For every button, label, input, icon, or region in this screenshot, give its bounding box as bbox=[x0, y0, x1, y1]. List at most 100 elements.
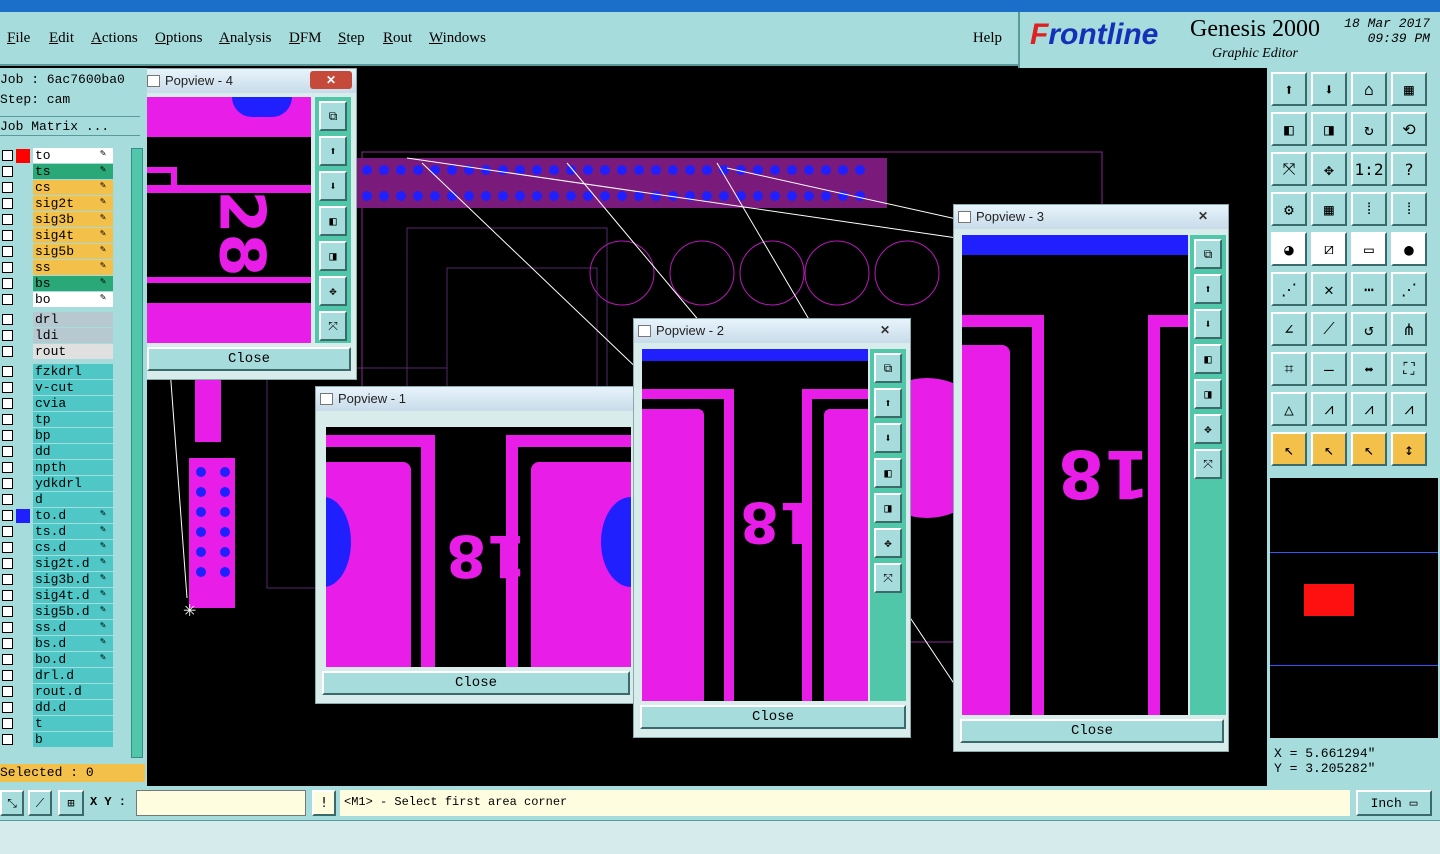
zoom-in-icon[interactable]: ⬆ bbox=[1271, 72, 1307, 106]
job-matrix-button[interactable]: Job Matrix ... bbox=[0, 116, 140, 136]
layer-checkbox[interactable] bbox=[2, 414, 13, 425]
popview-3-view[interactable]: 18 bbox=[962, 235, 1188, 715]
layer-checkbox[interactable] bbox=[2, 246, 13, 257]
layer-checkbox[interactable] bbox=[2, 262, 13, 273]
layer-checkbox[interactable] bbox=[2, 330, 13, 341]
popview-tool-icon[interactable]: ⤧ bbox=[1194, 449, 1222, 479]
layer-checkbox[interactable] bbox=[2, 446, 13, 457]
line-icon[interactable]: ⋰ bbox=[1271, 272, 1307, 306]
layer-row[interactable]: npth bbox=[0, 460, 147, 476]
popview-tool-icon[interactable]: ◧ bbox=[874, 458, 902, 488]
layer-checkbox[interactable] bbox=[2, 182, 13, 193]
layer-row[interactable]: drl bbox=[0, 312, 147, 328]
select-box-icon[interactable]: ⧄ bbox=[1311, 232, 1347, 266]
popview-tool-icon[interactable]: ⬆ bbox=[874, 388, 902, 418]
zoom-icon[interactable]: ⤡ bbox=[0, 790, 24, 816]
layer-row[interactable]: cs ✎ bbox=[0, 180, 147, 196]
popview-tool-icon[interactable]: ◨ bbox=[319, 241, 347, 271]
stretch-icon[interactable]: ⬌ bbox=[1351, 352, 1387, 386]
layers-alt-icon[interactable]: ⁞ bbox=[1391, 192, 1427, 226]
pointer-step-icon[interactable]: ↕ bbox=[1391, 432, 1427, 466]
layer-checkbox[interactable] bbox=[2, 398, 13, 409]
layer-checkbox[interactable] bbox=[2, 734, 13, 745]
layer-row[interactable]: bo ✎ bbox=[0, 292, 147, 308]
layer-name[interactable]: ydkdrl bbox=[33, 476, 113, 491]
layer-row[interactable]: sig2t.d ✎ bbox=[0, 556, 147, 572]
rotate-icon[interactable]: ↺ bbox=[1351, 312, 1387, 346]
mirror-icon[interactable]: ⋔ bbox=[1391, 312, 1427, 346]
layer-checkbox[interactable] bbox=[2, 542, 13, 553]
pick-icon[interactable]: ◕ bbox=[1271, 232, 1307, 266]
pointer-icon[interactable]: ↖ bbox=[1271, 432, 1307, 466]
popview-tool-icon[interactable]: ⬇ bbox=[1194, 309, 1222, 339]
layer-name[interactable]: cvia bbox=[33, 396, 113, 411]
layer-row[interactable]: dd bbox=[0, 444, 147, 460]
layer-row[interactable]: rout bbox=[0, 344, 147, 360]
layer-checkbox[interactable] bbox=[2, 510, 13, 521]
layer-checkbox[interactable] bbox=[2, 686, 13, 697]
popview-tool-icon[interactable]: ⧉ bbox=[319, 101, 347, 131]
layer-checkbox[interactable] bbox=[2, 366, 13, 377]
popview-3-close-button[interactable]: Close bbox=[960, 719, 1224, 743]
angle-icon[interactable]: ∠ bbox=[1271, 312, 1307, 346]
layer-checkbox[interactable] bbox=[2, 622, 13, 633]
redraw-icon[interactable]: ↻ bbox=[1351, 112, 1387, 146]
fit-icon[interactable]: ▦ bbox=[1391, 72, 1427, 106]
layer-checkbox[interactable] bbox=[2, 638, 13, 649]
popview-tool-icon[interactable]: ◨ bbox=[1194, 379, 1222, 409]
menu-windows[interactable]: Windows bbox=[429, 30, 486, 47]
popview-4-close-button[interactable]: Close bbox=[147, 347, 351, 371]
menu-edit[interactable]: Edit bbox=[49, 30, 74, 47]
overview-map[interactable] bbox=[1270, 478, 1438, 738]
arc-icon[interactable]: ⋰ bbox=[1391, 272, 1427, 306]
layer-name[interactable]: rout.d bbox=[33, 684, 113, 699]
layer-name[interactable]: t bbox=[33, 716, 113, 731]
popview-tool-icon[interactable]: ✥ bbox=[319, 276, 347, 306]
layer-checkbox[interactable] bbox=[2, 574, 13, 585]
layer-name[interactable]: npth bbox=[33, 460, 113, 475]
popview-tool-icon[interactable]: ⬇ bbox=[319, 171, 347, 201]
align-icon[interactable]: ⌗ bbox=[1271, 352, 1307, 386]
layer-name[interactable]: dd.d bbox=[33, 700, 113, 715]
pointer-circle-icon[interactable]: ↖ bbox=[1351, 432, 1387, 466]
layer-row[interactable]: tp bbox=[0, 412, 147, 428]
pan-right-icon[interactable]: ◨ bbox=[1311, 112, 1347, 146]
layer-row[interactable]: ts ✎ bbox=[0, 164, 147, 180]
layer-name[interactable]: d bbox=[33, 492, 113, 507]
layer-row[interactable]: drl.d bbox=[0, 668, 147, 684]
layer-checkbox[interactable] bbox=[2, 670, 13, 681]
exclamation-button[interactable]: ! bbox=[312, 790, 336, 816]
popview-tool-icon[interactable]: ✥ bbox=[874, 528, 902, 558]
layer-checkbox[interactable] bbox=[2, 430, 13, 441]
popview-tool-icon[interactable]: ⧉ bbox=[874, 353, 902, 383]
shape-alt-icon[interactable]: ⩘ bbox=[1391, 392, 1427, 426]
layer-checkbox[interactable] bbox=[2, 718, 13, 729]
layer-row[interactable]: bo.d ✎ bbox=[0, 652, 147, 668]
popview-tool-icon[interactable]: ⬆ bbox=[1194, 274, 1222, 304]
layer-row[interactable]: ss ✎ bbox=[0, 260, 147, 276]
popview-tool-icon[interactable]: ⤧ bbox=[319, 311, 347, 341]
layer-checkbox[interactable] bbox=[2, 462, 13, 473]
layer-row[interactable]: bs ✎ bbox=[0, 276, 147, 292]
layer-checkbox[interactable] bbox=[2, 382, 13, 393]
menu-dfm[interactable]: DFM bbox=[289, 30, 322, 47]
layer-checkbox[interactable] bbox=[2, 198, 13, 209]
layer-name[interactable]: tp bbox=[33, 412, 113, 427]
layer-row[interactable]: bp bbox=[0, 428, 147, 444]
close-icon[interactable]: ✕ bbox=[864, 321, 906, 339]
layer-checkbox[interactable] bbox=[2, 214, 13, 225]
popview-tool-icon[interactable]: ⬇ bbox=[874, 423, 902, 453]
layer-scrollbar[interactable] bbox=[131, 148, 143, 758]
help-icon[interactable]: ? bbox=[1391, 152, 1427, 186]
distance-icon[interactable]: — bbox=[1311, 352, 1347, 386]
layer-row[interactable]: v-cut bbox=[0, 380, 147, 396]
shape-icon[interactable]: ⩘ bbox=[1351, 392, 1387, 426]
menu-help[interactable]: Help bbox=[973, 30, 1002, 47]
layer-row[interactable]: sig3b ✎ bbox=[0, 212, 147, 228]
layer-row[interactable]: cs.d ✎ bbox=[0, 540, 147, 556]
layer-name[interactable]: dd bbox=[33, 444, 113, 459]
menu-options[interactable]: Options bbox=[155, 30, 203, 47]
grid-snap-icon[interactable]: ⊞ bbox=[58, 790, 84, 816]
menu-analysis[interactable]: Analysis bbox=[219, 30, 272, 47]
menu-actions[interactable]: Actions bbox=[91, 30, 138, 47]
